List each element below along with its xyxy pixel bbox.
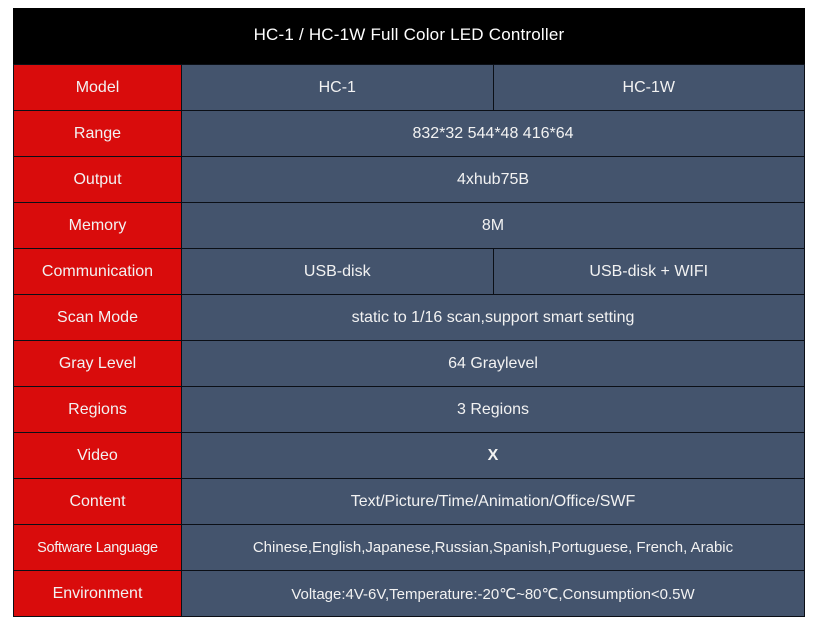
row-value-scan-mode: static to 1/16 scan,support smart settin… [181,294,805,341]
spec-sheet: HC-1 / HC-1W Full Color LED Controller M… [13,8,805,637]
row-label-range: Range [13,110,182,157]
table-row: Model HC-1 HC-1W [13,64,805,111]
row-value-memory: 8M [181,202,805,249]
row-label-output: Output [13,156,182,203]
table-row: Regions 3 Regions [13,386,805,433]
specification-table-body: Model HC-1 HC-1W Range 832*32 544*48 416… [13,64,805,617]
row-value-communication-hc1w: USB-disk + WIFI [492,248,805,295]
table-row: Scan Mode static to 1/16 scan,support sm… [13,294,805,341]
row-label-communication: Communication [13,248,182,295]
table-row: Software Language Chinese,English,Japane… [13,524,805,571]
table-row: Content Text/Picture/Time/Animation/Offi… [13,478,805,525]
row-value-content: Text/Picture/Time/Animation/Office/SWF [181,478,805,525]
row-value-environment: Voltage:4V-6V,Temperature:-20℃~80℃,Consu… [181,570,805,617]
row-label-environment: Environment [13,570,182,617]
table-row: Memory 8M [13,202,805,249]
row-value-software-language: Chinese,English,Japanese,Russian,Spanish… [181,524,805,571]
row-value-video: X [181,432,805,479]
row-label-memory: Memory [13,202,182,249]
row-value-output: 4xhub75B [181,156,805,203]
row-value-regions: 3 Regions [181,386,805,433]
table-row: Output 4xhub75B [13,156,805,203]
row-label-video: Video [13,432,182,479]
table-row: Video X [13,432,805,479]
table-row: Communication USB-disk USB-disk + WIFI [13,248,805,295]
page-title: HC-1 / HC-1W Full Color LED Controller [13,8,805,64]
table-row: Environment Voltage:4V-6V,Temperature:-2… [13,570,805,617]
row-value-model-hc1w: HC-1W [492,64,805,111]
row-label-content: Content [13,478,182,525]
row-label-software-language: Software Language [13,524,182,571]
row-label-regions: Regions [13,386,182,433]
row-label-model: Model [13,64,182,111]
row-value-model-hc1: HC-1 [181,64,494,111]
row-value-communication-hc1: USB-disk [181,248,494,295]
table-row: Range 832*32 544*48 416*64 [13,110,805,157]
table-row: Gray Level 64 Graylevel [13,340,805,387]
row-value-gray-level: 64 Graylevel [181,340,805,387]
row-label-gray-level: Gray Level [13,340,182,387]
row-value-range: 832*32 544*48 416*64 [181,110,805,157]
row-label-scan-mode: Scan Mode [13,294,182,341]
specification-table: Model HC-1 HC-1W Range 832*32 544*48 416… [13,64,805,617]
